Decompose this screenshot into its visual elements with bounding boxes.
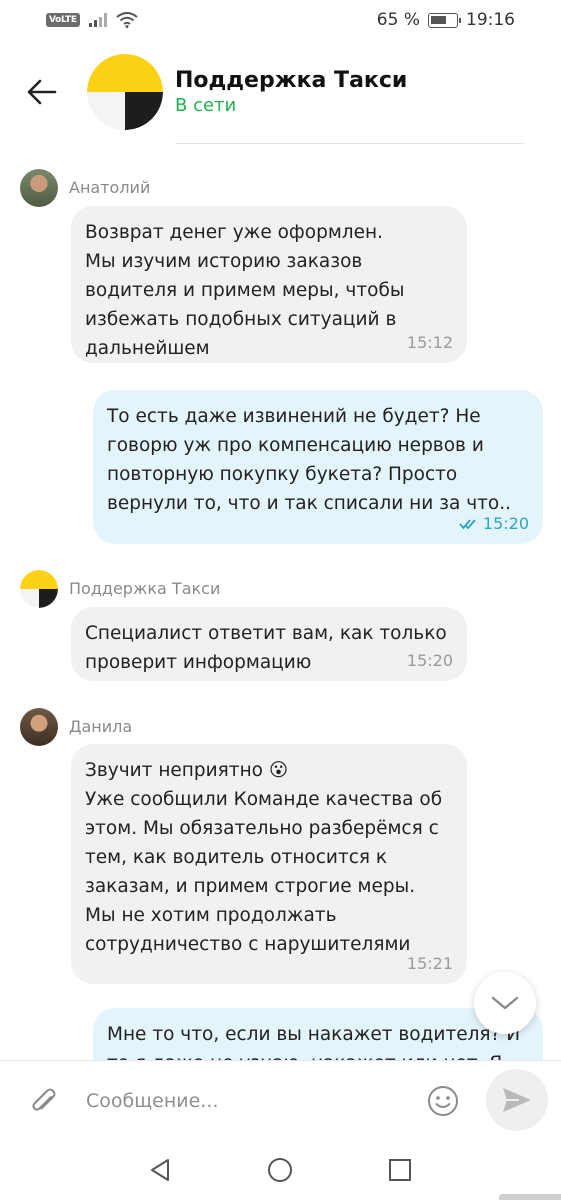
message-input[interactable] (78, 1079, 408, 1123)
taxi-logo (87, 54, 163, 130)
online-status: В сети (175, 95, 237, 116)
gesture-indicator (499, 1194, 561, 1200)
chevron-down-icon (491, 996, 519, 1010)
nav-back-button[interactable] (140, 1150, 180, 1190)
sender-avatar-danila[interactable] (20, 708, 58, 746)
sender-avatar-anatoly[interactable] (20, 169, 58, 207)
back-button[interactable] (22, 72, 62, 112)
message-time: 15:20 (406, 651, 453, 670)
message-time: 15:21 (406, 954, 453, 973)
arrow-left-icon (27, 79, 57, 105)
sender-name: Поддержка Такси (69, 579, 221, 598)
nav-recent-button[interactable] (380, 1150, 420, 1190)
message-line: Уже сообщили Команде качества об (85, 789, 443, 810)
battery-fill (431, 15, 446, 24)
nav-home-button[interactable] (260, 1150, 300, 1190)
message-line: этом. Мы обязательно разберёмся с (85, 818, 439, 839)
message-list[interactable]: Анатолий Возврат денег уже оформлен. Мы … (0, 144, 561, 1060)
message-line: сотрудничество с нарушителями (85, 934, 411, 955)
status-bar: VoLTE 65 % 19:16 (0, 0, 561, 42)
smiley-icon (428, 1086, 458, 1116)
message-line: водителя и примем меры, чтобы (85, 280, 405, 301)
message-line: То есть даже извинений не будет? Не (107, 406, 481, 427)
status-left: VoLTE (46, 12, 138, 28)
message-line: Специалист ответит вам, как только (85, 623, 447, 644)
message-line: тем, как водитель относится к (85, 847, 388, 868)
battery-percent: 65 % (376, 10, 420, 30)
paperclip-icon (32, 1088, 56, 1111)
signal-icon (88, 13, 107, 27)
message-bubble-outgoing[interactable]: То есть даже извинений не будет? Не гово… (93, 390, 543, 544)
sender-avatar-support[interactable] (20, 570, 58, 608)
message-line: Мне то что, если вы накажет водителя? И (107, 1024, 521, 1045)
message-line: повторную покупку букета? Просто (107, 464, 458, 485)
message-bubble-incoming[interactable]: Специалист ответит вам, как только прове… (71, 607, 467, 681)
chat-title[interactable]: Поддержка Такси (175, 68, 407, 93)
message-line: говорю уж про компенсацию нервов и (107, 435, 484, 456)
status-right: 65 % 19:16 (377, 10, 515, 30)
triangle-back-icon (151, 1159, 169, 1181)
scroll-down-button[interactable] (474, 972, 536, 1034)
message-composer (0, 1060, 561, 1140)
message-bubble-outgoing[interactable]: Мне то что, если вы накажет водителя? И … (93, 1008, 543, 1060)
message-line: Возврат денег уже оформлен. (85, 222, 383, 243)
message-time: 15:20 (482, 514, 529, 533)
system-nav-bar (0, 1140, 561, 1200)
message-line: Мы не хотим продолжать (85, 905, 337, 926)
battery-icon (428, 12, 461, 28)
message-bubble-incoming[interactable]: Возврат денег уже оформлен. Мы изучим ис… (71, 206, 467, 363)
sender-name: Данила (69, 717, 133, 736)
wifi-icon (116, 12, 138, 28)
attach-button[interactable] (24, 1081, 64, 1121)
message-line: дальнейшем (85, 338, 210, 359)
message-line: то я даже не узнаю, накажет или нет. Я (107, 1049, 529, 1060)
support-avatar[interactable] (87, 54, 163, 130)
emoji-button[interactable] (423, 1081, 463, 1121)
chat-header: Поддержка Такси В сети (0, 42, 561, 144)
circle-home-icon (268, 1158, 292, 1182)
message-line: избежать подобных ситуаций в (85, 309, 397, 330)
volte-badge: VoLTE (46, 13, 80, 27)
message-line: заказам, и примем строгие меры. (85, 876, 416, 897)
square-recent-icon (389, 1159, 411, 1181)
taxi-logo (20, 570, 58, 608)
message-line: проверит информацию (85, 652, 312, 673)
message-time: 15:12 (406, 333, 453, 352)
message-line: Звучит неприятно 😮 (85, 760, 289, 781)
message-time-status: 15:20 (459, 514, 529, 534)
message-bubble-incoming[interactable]: Звучит неприятно 😮 Уже сообщили Команде … (71, 744, 467, 984)
send-icon (503, 1088, 531, 1112)
send-button[interactable] (486, 1069, 548, 1131)
double-check-icon (459, 519, 476, 530)
message-line: Мы изучим историю заказов (85, 251, 363, 272)
sender-name: Анатолий (69, 178, 151, 197)
clock: 19:16 (466, 10, 515, 30)
